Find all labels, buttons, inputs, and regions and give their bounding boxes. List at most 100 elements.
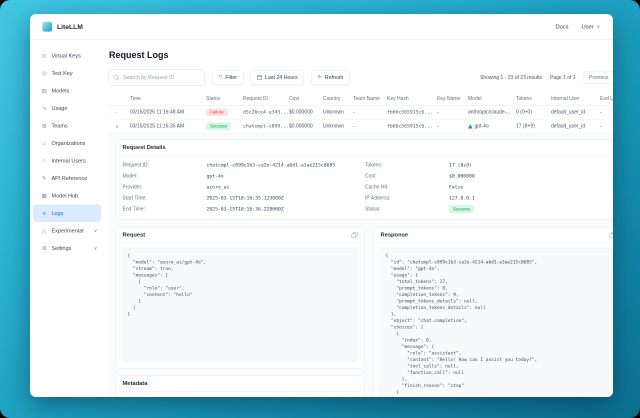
filter-button[interactable]: ▽ Filter [212, 70, 244, 85]
previous-page-button[interactable]: Previous [584, 71, 613, 84]
api-reference-icon: ✎ [41, 175, 48, 182]
field-label: End Time: [123, 206, 207, 212]
test-key-icon: ◎ [41, 70, 48, 77]
brand: LiteLLM [42, 22, 83, 33]
search-input[interactable] [123, 75, 200, 81]
docs-link[interactable]: Docs [555, 24, 568, 30]
filter-icon: ▽ [219, 75, 223, 80]
calendar-icon [257, 75, 262, 80]
sidebar-item-usage[interactable]: ∿ Usage [33, 100, 101, 118]
azure-provider-icon [468, 124, 473, 129]
col-request-id: Request ID [243, 93, 289, 106]
col-status: Status [206, 93, 243, 106]
organizations-icon: ⌂ [41, 140, 48, 146]
chevron-down-icon: ∨ [94, 228, 97, 234]
litellm-logo-icon [42, 22, 53, 33]
search-icon [114, 75, 120, 81]
gear-icon: ⚙ [41, 245, 48, 252]
col-cost: Cost [289, 93, 323, 106]
status-badge: Success [206, 122, 231, 130]
refresh-button[interactable]: ↻ Refresh [311, 70, 350, 85]
results-count: Showing 1 - 23 of 23 results [480, 75, 542, 81]
sidebar-item-api-reference[interactable]: ✎ API Reference [33, 170, 101, 188]
time-range-button[interactable]: Last 24 Hours [251, 70, 305, 85]
response-json: { "id": "chatcmpl-c899c1b3-ca2e-4214-a6d… [380, 248, 614, 397]
user-menu[interactable]: User ∨ [582, 24, 600, 30]
response-panel: Response { "id": "chatcmpl-c899c1b3-ca2e… [373, 227, 613, 397]
models-icon: ▤ [41, 88, 48, 95]
search-box[interactable] [108, 70, 205, 86]
table-row-expanded[interactable]: ∨ 03/15/2025 11:16:35 AM Success chatcmp… [108, 120, 613, 134]
chevron-right-icon[interactable]: › [115, 109, 117, 115]
request-json: { "model": "azure_ai/gpt-4o", "stream": … [122, 248, 359, 362]
chevron-down-icon: ∨ [597, 24, 600, 30]
sidebar-item-virtual-keys[interactable]: ⊙ Virtual Keys [33, 47, 101, 65]
request-details-title: Request Details [123, 145, 166, 151]
field-label: Status: [365, 206, 449, 212]
page-title: Request Logs [109, 50, 613, 61]
response-panel-title: Response [381, 232, 408, 238]
sidebar-item-settings[interactable]: ⚙ Settings ∨ [33, 240, 101, 258]
field-label: Cache Hit: [365, 184, 449, 190]
page-indicator: Page 1 of 1 [550, 75, 576, 81]
copy-icon[interactable] [610, 232, 614, 238]
sidebar-item-teams[interactable]: ⊞ Teams [33, 117, 101, 135]
request-panel: Request { "model": "azure_ai/gpt-4o", "s… [115, 227, 365, 369]
start-time-value: 2025-03-15T18:16:35.123000Z [207, 195, 284, 201]
usage-chart-icon: ∿ [41, 105, 48, 112]
ip-address-value: 127.0.0.1 [449, 195, 475, 201]
field-label: IP Address: [365, 195, 449, 201]
sidebar-item-logs[interactable]: ≡ Logs [33, 205, 101, 223]
refresh-icon: ↻ [318, 75, 322, 80]
table-row[interactable]: › 03/15/2025 11:16:48 AM Failure d5c26ce… [108, 106, 613, 120]
status-badge: Success [449, 205, 474, 213]
sidebar-item-models[interactable]: ▤ Models [33, 82, 101, 100]
cost-value: $0.000000 [449, 173, 475, 179]
field-label: Cost: [365, 173, 449, 179]
end-time-value: 2025-03-15T18:16:36.228000Z [207, 206, 284, 212]
litellm-app-window: LiteLLM Docs User ∨ ⊙ Virtual Keys ◎ Tes… [30, 14, 613, 397]
logs-icon: ≡ [41, 210, 48, 216]
field-label: Model: [123, 173, 207, 179]
brand-name: LiteLLM [57, 23, 83, 31]
model-hub-icon: ▦ [41, 193, 48, 200]
main-content: Request Logs ▽ Filter Last 24 Hours ↻ Re… [104, 40, 613, 397]
sidebar-item-internal-users[interactable]: ○ Internal Users [33, 152, 101, 170]
user-menu-label: User [582, 24, 594, 30]
chevron-down-icon[interactable]: ∨ [115, 123, 119, 130]
expanded-log-detail: Request Details Request ID:chatcmpl-c899… [108, 134, 613, 398]
request-details-card: Request Details Request ID:chatcmpl-c899… [115, 140, 613, 221]
col-model: Model [468, 93, 516, 106]
tokens-value: 17 (8+9) [449, 162, 472, 168]
chevron-down-icon: ∨ [94, 246, 97, 252]
field-label: Tokens: [365, 162, 449, 168]
col-time: Time [130, 93, 206, 106]
sidebar: ⊙ Virtual Keys ◎ Test Key ▤ Models ∿ Usa… [30, 40, 104, 397]
users-icon: ○ [41, 158, 48, 164]
request-panel-title: Request [123, 232, 146, 238]
metadata-panel: Metadata [115, 376, 365, 398]
col-key-hash: Key Hash [387, 93, 437, 106]
col-tokens: Tokens [516, 93, 551, 106]
sidebar-item-model-hub[interactable]: ▦ Model Hub [33, 187, 101, 205]
col-country: Country [323, 93, 353, 106]
model-value: gpt-4o [207, 173, 224, 179]
table-header: Time Status Request ID Cost Country Team… [108, 93, 613, 106]
col-internal-user: Internal User [551, 93, 600, 106]
provider-value: azure_ai [207, 184, 230, 190]
field-label: Start Time: [123, 195, 207, 201]
request-logs-table: Time Status Request ID Cost Country Team… [108, 93, 613, 134]
col-key-name: Key Name [437, 93, 468, 106]
request-id-value: chatcmpl-c899c1b3-ca2e-4214-a6d1-a3ae215… [207, 162, 336, 168]
experimental-icon: △ [41, 228, 48, 235]
field-label: Request ID: [123, 162, 207, 168]
toolbar: ▽ Filter Last 24 Hours ↻ Refresh Showing… [108, 70, 613, 86]
col-team-name: Team Name [353, 93, 387, 106]
metadata-panel-title: Metadata [123, 381, 148, 387]
top-navbar: LiteLLM Docs User ∨ [30, 14, 613, 40]
sidebar-item-experimental[interactable]: △ Experimental ∨ [33, 222, 101, 240]
copy-icon[interactable] [352, 232, 358, 238]
sidebar-item-test-key[interactable]: ◎ Test Key [33, 65, 101, 83]
teams-icon: ⊞ [41, 123, 48, 130]
sidebar-item-organizations[interactable]: ⌂ Organizations [33, 135, 101, 153]
